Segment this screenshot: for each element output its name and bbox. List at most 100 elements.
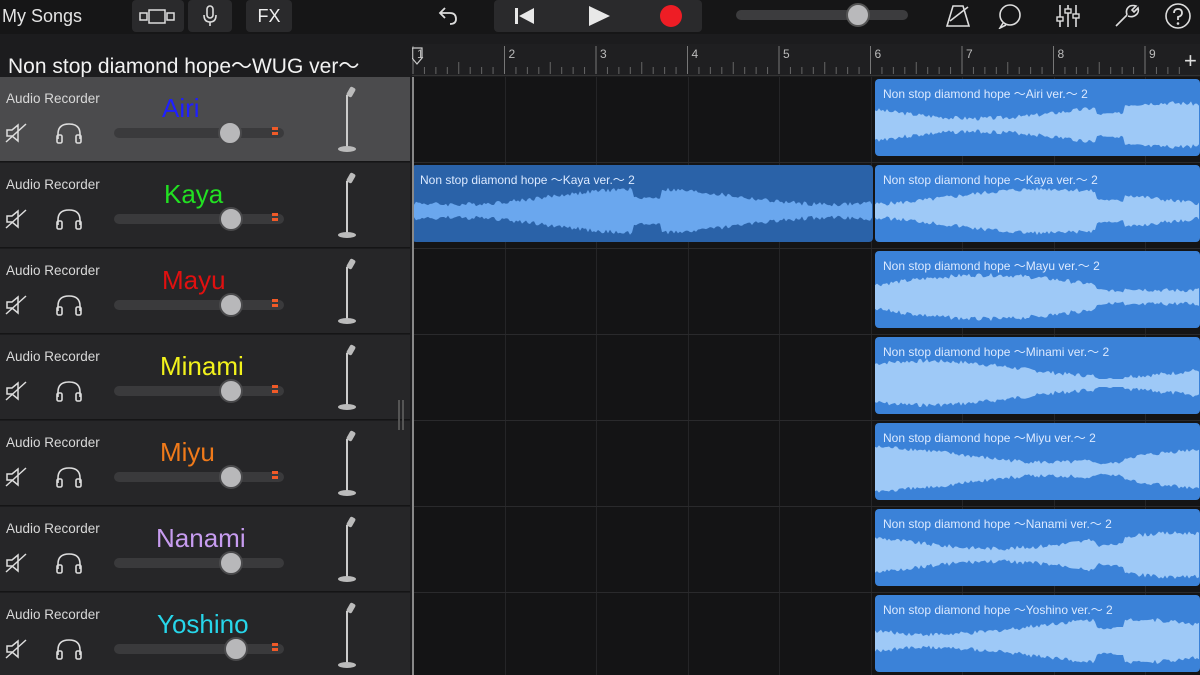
track-volume-knob[interactable] [219, 207, 244, 231]
track-volume-slider[interactable] [114, 551, 284, 575]
solo-button[interactable] [55, 207, 83, 231]
track-volume-slider[interactable] [114, 637, 284, 661]
track-type-label: Audio Recorder [6, 177, 100, 192]
mute-button[interactable] [4, 379, 28, 403]
bar-number: 3 [600, 47, 607, 61]
record-icon [660, 5, 682, 27]
add-section-button[interactable]: + [1184, 48, 1197, 73]
go-to-start-button[interactable] [494, 0, 556, 32]
solo-button[interactable] [55, 121, 83, 145]
metronome-button[interactable] [938, 0, 978, 32]
headphones-icon [56, 295, 82, 316]
mixer-button[interactable] [1048, 0, 1088, 32]
waveform [875, 273, 1199, 321]
settings-button[interactable] [1106, 0, 1146, 32]
track-volume-knob[interactable] [219, 379, 244, 403]
track-name-label: Yoshino [157, 609, 249, 639]
track-header[interactable]: Audio Recorder Mayu [0, 249, 410, 334]
bar-number: 4 [692, 47, 699, 61]
views-button[interactable] [132, 0, 184, 32]
waveform [412, 187, 872, 235]
track-type-label: Audio Recorder [6, 349, 100, 364]
speaker-muted-icon [5, 553, 27, 573]
track-volume-knob[interactable] [219, 551, 244, 575]
track-volume-slider[interactable] [114, 293, 284, 317]
mute-button[interactable] [4, 551, 28, 575]
track-volume-slider[interactable] [114, 465, 284, 489]
audio-region[interactable]: Non stop diamond hope 〜Nanami ver.〜 2 [875, 509, 1200, 586]
audio-region[interactable]: Non stop diamond hope 〜Kaya ver.〜 2 [875, 165, 1200, 242]
track-header[interactable]: Audio Recorder Kaya [0, 163, 410, 248]
mixer-icon [1056, 5, 1080, 27]
garageband-app: My Songs FX Non stop diamond hope〜WUG ve… [0, 0, 1200, 675]
track-header[interactable]: Audio Recorder Miyu [0, 421, 410, 506]
track-name-label: Airi [162, 93, 200, 123]
solo-button[interactable] [55, 293, 83, 317]
track-volume-knob[interactable] [224, 637, 249, 661]
mute-button[interactable] [4, 207, 28, 231]
track-header[interactable]: Audio Recorder Minami [0, 335, 410, 420]
bar-number: 9 [1149, 47, 1156, 61]
waveform-shape [412, 187, 872, 235]
master-volume-slider[interactable] [736, 3, 908, 27]
mute-button[interactable] [4, 465, 28, 489]
track-header[interactable]: Audio Recorder Airi [0, 77, 410, 162]
audio-region[interactable]: Non stop diamond hope 〜Yoshino ver.〜 2 [875, 595, 1200, 672]
track-name-label: Minami [160, 351, 244, 381]
track-volume-slider[interactable] [114, 379, 284, 403]
headphones-icon [56, 381, 82, 402]
track-lanes[interactable]: Non stop diamond hope 〜Airi ver.〜 2 Non s… [412, 77, 1200, 675]
track-volume-slider[interactable] [114, 207, 284, 231]
microphone-stand-icon [332, 429, 362, 499]
microphone-stand-icon [332, 85, 362, 155]
track-header[interactable]: Audio Recorder Yoshino [0, 593, 410, 675]
track-volume-knob[interactable] [217, 121, 242, 145]
microphone-stand-icon [332, 601, 362, 671]
solo-button[interactable] [55, 379, 83, 403]
song-title: Non stop diamond hope〜WUG ver〜 [8, 55, 360, 78]
headphones-icon [56, 123, 82, 144]
instrument-button[interactable] [188, 0, 232, 32]
track-type-label: Audio Recorder [6, 521, 100, 536]
fx-button[interactable]: FX [246, 0, 292, 32]
track-type-label: Audio Recorder [6, 607, 100, 622]
undo-button[interactable] [430, 0, 466, 32]
play-button[interactable] [568, 0, 630, 32]
loop-browser-button[interactable] [990, 0, 1030, 32]
audio-region[interactable]: Non stop diamond hope 〜Kaya ver.〜 2 [412, 165, 873, 242]
mute-button[interactable] [4, 293, 28, 317]
headphones-icon [56, 639, 82, 660]
mute-button[interactable] [4, 121, 28, 145]
bar-number: 8 [1058, 47, 1065, 61]
my-songs-button[interactable]: My Songs [2, 0, 102, 32]
audio-region[interactable]: Non stop diamond hope 〜Miyu ver.〜 2 [875, 423, 1200, 500]
track-volume-knob[interactable] [219, 293, 244, 317]
track-header[interactable]: Audio Recorder Nanami [0, 507, 410, 592]
track-name-label: Miyu [160, 437, 215, 467]
solo-button[interactable] [55, 465, 83, 489]
bar-number: 7 [966, 47, 973, 61]
speaker-muted-icon [5, 381, 27, 401]
track-type-label: Audio Recorder [6, 263, 100, 278]
solo-button[interactable] [55, 551, 83, 575]
record-button[interactable] [640, 0, 702, 32]
master-volume-knob[interactable] [846, 3, 871, 27]
mute-button[interactable] [4, 637, 28, 661]
help-button[interactable] [1158, 0, 1198, 32]
waveform-shape [875, 531, 1199, 579]
audio-region[interactable]: Non stop diamond hope 〜Mayu ver.〜 2 [875, 251, 1200, 328]
audio-region[interactable]: Non stop diamond hope 〜Airi ver.〜 2 [875, 79, 1200, 156]
header-resize-handle[interactable] [398, 400, 406, 434]
level-meter [272, 471, 278, 483]
undo-icon [438, 7, 457, 25]
speaker-muted-icon [5, 467, 27, 487]
mic-icon [203, 5, 217, 26]
play-icon [589, 6, 610, 26]
track-volume-knob[interactable] [219, 465, 244, 489]
waveform-shape [875, 445, 1199, 493]
microphone-stand-icon [332, 515, 362, 585]
timeline-ruler[interactable]: 1 2 3 4 5 6 7 8 9 + [412, 44, 1200, 76]
solo-button[interactable] [55, 637, 83, 661]
audio-region[interactable]: Non stop diamond hope 〜Minami ver.〜 2 [875, 337, 1200, 414]
track-volume-slider[interactable] [114, 121, 284, 145]
